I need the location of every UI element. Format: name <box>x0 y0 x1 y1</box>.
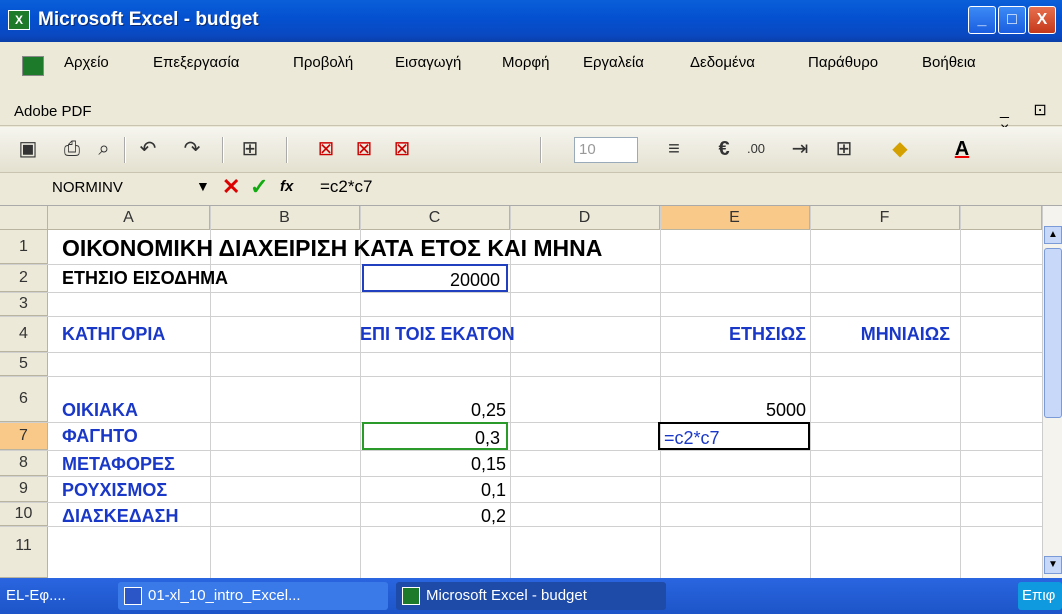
taskbar-item[interactable]: 01-xl_10_intro_Excel... <box>118 582 388 610</box>
fill-color-icon[interactable]: ◆ <box>886 135 914 163</box>
close-button[interactable]: X <box>1028 6 1056 34</box>
column-header-a[interactable]: A <box>48 206 210 230</box>
cell-c9[interactable]: 0,1 <box>360 476 506 504</box>
dropdown-arrow-icon[interactable]: ▼ <box>196 178 210 194</box>
cell-a9[interactable]: ΡΟΥΧΙΣΜΟΣ <box>62 476 167 504</box>
window-title: Microsoft Excel - budget <box>38 9 259 30</box>
row-header[interactable]: 5 <box>0 352 48 376</box>
cell-c6[interactable]: 0,25 <box>360 396 506 424</box>
title-bar: X Microsoft Excel - budget _ □ X <box>0 0 1062 42</box>
row-header[interactable]: 2 <box>0 264 48 292</box>
taskbar-item-label: 01-xl_10_intro_Excel... <box>148 587 301 604</box>
indent-icon[interactable]: ⇥ <box>786 135 814 163</box>
menu-format[interactable]: Μορφή <box>502 54 549 71</box>
cell-e7-editing[interactable]: =c2*c7 <box>658 422 810 450</box>
workbook-icon[interactable] <box>22 56 44 76</box>
column-header-b[interactable]: B <box>210 206 360 230</box>
print-icon[interactable]: ⎙ <box>58 135 86 163</box>
cell-c4[interactable]: ΕΠΙ ΤΟΙΣ ΕΚΑΤΟΝ <box>360 320 515 348</box>
row-header[interactable]: 7 <box>0 422 48 450</box>
menu-tools[interactable]: Εργαλεία <box>583 54 644 71</box>
cell-e4[interactable]: ΕΤΗΣΙΩΣ <box>660 320 806 348</box>
font-size-select[interactable]: 10 <box>574 137 638 163</box>
toolbar: ▣ ⎙ ⌕ ↶ ↷ ⊞ ⊠ ⊠ ⊠ 10 ≡ € .00 ⇥ ⊞ ◆ A <box>0 127 1062 173</box>
taskbar-item[interactable]: EL-Εφ.... <box>0 582 110 610</box>
cell-e6[interactable]: 5000 <box>660 396 806 424</box>
cell-f4[interactable]: ΜΗΝΙΑΙΩΣ <box>810 320 950 348</box>
column-header-e[interactable]: E <box>660 206 810 230</box>
save-icon[interactable]: ▣ <box>14 135 42 163</box>
print-preview-icon[interactable]: ⌕ <box>90 135 118 163</box>
menu-data[interactable]: Δεδομένα <box>690 54 755 71</box>
worksheet-grid[interactable]: A B C D E F 1 2 3 4 5 6 7 8 9 10 11 ΟΙΚΟ… <box>0 206 1042 578</box>
menu-edit[interactable]: Επεξεργασία <box>153 54 239 71</box>
minimize-button[interactable]: _ <box>968 6 996 34</box>
formula-input[interactable]: =c2*c7 <box>320 177 372 197</box>
taskbar-item-active[interactable]: Microsoft Excel - budget <box>396 582 666 610</box>
row-header[interactable]: 1 <box>0 230 48 264</box>
vertical-scrollbar[interactable]: ▲ ▼ <box>1042 206 1062 578</box>
scroll-thumb[interactable] <box>1044 248 1062 418</box>
row-header[interactable]: 8 <box>0 450 48 476</box>
taskbar-item-label: Microsoft Excel - budget <box>426 587 587 604</box>
cell-c10[interactable]: 0,2 <box>360 502 506 530</box>
taskbar: EL-Εφ.... 01-xl_10_intro_Excel... Micros… <box>0 578 1062 614</box>
formula-bar: NORMINV ▼ ✕ ✓ fx =c2*c7 <box>0 174 1062 206</box>
scroll-up-icon[interactable]: ▲ <box>1044 226 1062 244</box>
menu-help[interactable]: Βοήθεια <box>922 54 976 71</box>
euro-icon[interactable]: € <box>710 135 738 163</box>
cell-a2[interactable]: ΕΤΗΣΙΟ ΕΙΣΟΔΗΜΑ <box>62 264 228 292</box>
pdf-convert-icon[interactable]: ⊠ <box>312 135 340 163</box>
row-header[interactable]: 10 <box>0 502 48 526</box>
research-icon[interactable]: ⊞ <box>236 135 264 163</box>
menu-window[interactable]: Παράθυρο <box>808 54 878 71</box>
column-header-g[interactable] <box>960 206 1042 230</box>
menu-file[interactable]: Αρχείο <box>64 54 109 71</box>
column-header-f[interactable]: F <box>810 206 960 230</box>
row-header[interactable]: 9 <box>0 476 48 502</box>
excel-app-icon[interactable]: X <box>8 10 30 30</box>
system-tray[interactable]: Επιφ <box>1018 582 1062 610</box>
excel-icon <box>402 587 420 606</box>
row-header[interactable]: 6 <box>0 376 48 422</box>
row-header[interactable]: 4 <box>0 316 48 352</box>
row-header[interactable]: 3 <box>0 292 48 316</box>
menu-adobe-pdf[interactable]: Adobe PDF <box>14 103 92 120</box>
cancel-icon[interactable]: ✕ <box>222 174 240 200</box>
cell-a1-title[interactable]: ΟΙΚΟΝΟΜΙΚΗ ΔΙΑΧΕΙΡΙΣΗ ΚΑΤΑ ΕΤΟΣ ΚΑΙ ΜΗΝΑ <box>62 234 602 262</box>
cell-c8[interactable]: 0,15 <box>360 450 506 478</box>
redo-icon[interactable]: ↷ <box>178 135 206 163</box>
insert-function-icon[interactable]: fx <box>280 178 293 195</box>
menu-insert[interactable]: Εισαγωγή <box>395 54 461 71</box>
decimal-icon[interactable]: .00 <box>742 135 770 163</box>
pdf-attach-icon[interactable]: ⊠ <box>350 135 378 163</box>
pdf-review-icon[interactable]: ⊠ <box>388 135 416 163</box>
borders-icon[interactable]: ⊞ <box>830 135 858 163</box>
cell-a10[interactable]: ΔΙΑΣΚΕΔΑΣΗ <box>62 502 178 530</box>
cell-a6[interactable]: ΟΙΚΙΑΚΑ <box>62 396 138 424</box>
select-all-corner[interactable] <box>0 206 48 230</box>
name-box[interactable]: NORMINV <box>52 179 123 196</box>
font-color-icon[interactable]: A <box>948 135 976 163</box>
word-icon <box>124 587 142 606</box>
cell-a8[interactable]: ΜΕΤΑΦΟΡΕΣ <box>62 450 175 478</box>
cell-c7[interactable]: 0,3 <box>362 422 508 450</box>
cell-a7[interactable]: ΦΑΓΗΤΟ <box>62 422 138 450</box>
menu-view[interactable]: Προβολή <box>293 54 353 71</box>
column-header-c[interactable]: C <box>360 206 510 230</box>
row-header[interactable]: 11 <box>0 526 48 578</box>
cell-c2[interactable]: 20000 <box>362 264 508 292</box>
maximize-button[interactable]: □ <box>998 6 1026 34</box>
cell-a4[interactable]: ΚΑΤΗΓΟΡΙΑ <box>62 320 165 348</box>
column-header-d[interactable]: D <box>510 206 660 230</box>
undo-icon[interactable]: ↶ <box>134 135 162 163</box>
align-icon[interactable]: ≡ <box>660 135 688 163</box>
enter-icon[interactable]: ✓ <box>250 174 268 200</box>
scroll-down-icon[interactable]: ▼ <box>1044 556 1062 574</box>
